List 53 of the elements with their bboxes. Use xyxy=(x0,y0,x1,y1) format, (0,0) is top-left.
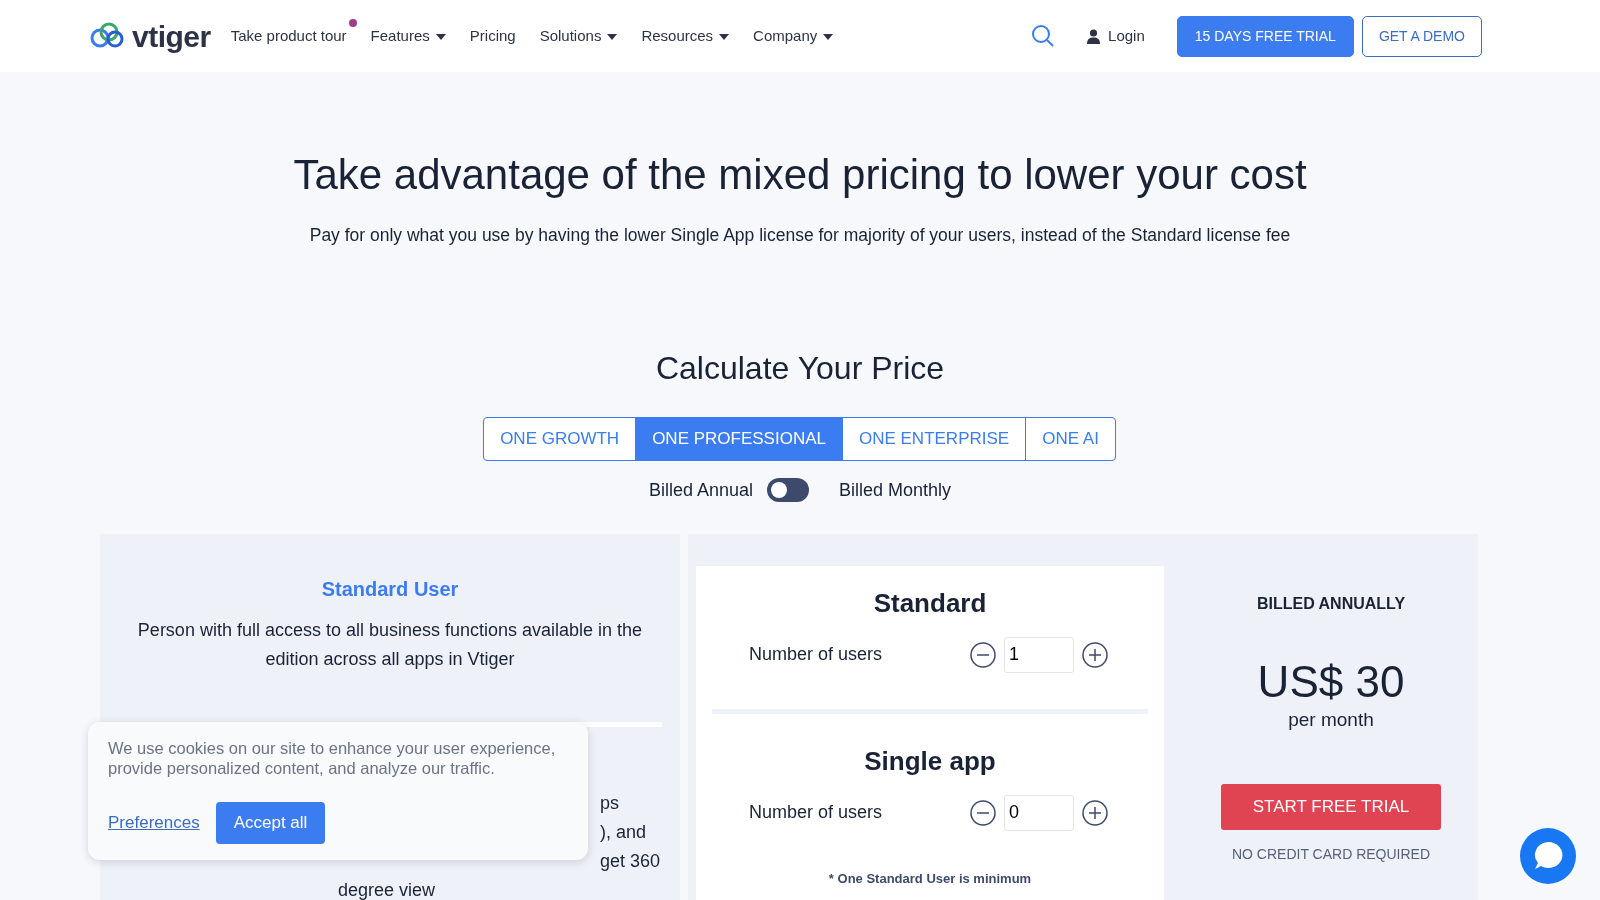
brand-name[interactable]: vtiger xyxy=(132,13,211,59)
login-link[interactable]: Login xyxy=(1087,24,1145,48)
user-type-title: Standard User xyxy=(320,576,460,602)
text-fragment: degree view xyxy=(338,878,436,900)
plan-tab[interactable]: ONE GROWTH xyxy=(483,417,637,461)
user-icon xyxy=(1087,28,1101,44)
license-title: Single app xyxy=(863,744,997,778)
quantity-field[interactable]: 1 xyxy=(1004,636,1074,673)
user-type-description: Person with full access to all business functions available in the edition across all apps in Vtiger xyxy=(136,618,644,671)
start-trial-button[interactable]: START FREE TRIAL xyxy=(1220,784,1442,830)
plus-icon[interactable] xyxy=(1082,641,1108,668)
billing-toggle[interactable] xyxy=(767,478,809,503)
caret-icon xyxy=(435,33,446,40)
preferences-link[interactable]: Preferences xyxy=(108,810,200,836)
accept-button[interactable]: Accept all xyxy=(215,802,326,844)
field-label: Number of users xyxy=(749,643,883,667)
chat-button[interactable] xyxy=(1520,828,1576,884)
caret-icon xyxy=(607,33,618,40)
billing-heading: BILLED ANNUALLY xyxy=(1255,593,1407,614)
quantity-field[interactable]: 0 xyxy=(1004,794,1074,831)
nav-link[interactable]: Resources xyxy=(641,24,730,48)
text-fragment: ), and xyxy=(600,820,647,844)
nav-link[interactable]: Take product tour xyxy=(230,24,347,48)
plus-icon[interactable] xyxy=(1082,799,1108,826)
page-title: Take advantage of the mixed pricing to lower your cost xyxy=(292,150,1308,200)
caret-icon xyxy=(719,33,730,40)
footnote: NO CREDIT CARD REQUIRED xyxy=(1230,844,1432,864)
license-title: Standard xyxy=(872,586,988,620)
price-period: per month xyxy=(1287,707,1375,732)
plan-tab[interactable]: ONE ENTERPRISE xyxy=(841,417,1027,461)
plan-tab[interactable]: ONE PROFESSIONAL xyxy=(635,417,843,461)
nav-link[interactable]: Company xyxy=(753,24,834,48)
nav-link[interactable]: Features xyxy=(370,24,446,48)
field-label: Number of users xyxy=(749,801,883,825)
text-fragment: ps xyxy=(600,791,619,815)
nav-link[interactable]: Solutions xyxy=(539,24,618,48)
caret-icon xyxy=(823,33,834,40)
footnote: * One Standard User is minimum xyxy=(827,869,1033,888)
plan-tab[interactable]: ONE AI xyxy=(1025,417,1116,461)
page-subtitle: Pay for only what you use by having the lower Single App license for majority of your users, instead of the Standard license fee xyxy=(308,224,1292,248)
price: US$ 30 xyxy=(1256,657,1406,706)
trial-button[interactable]: 15 DAYS FREE TRIAL xyxy=(1176,15,1354,57)
cookie-message: We use cookies on our site to enhance your user experience, provide personalized content, and analyze our traffic. xyxy=(108,738,557,778)
minus-icon[interactable] xyxy=(970,799,996,826)
notification-dot xyxy=(348,18,357,27)
nav-link[interactable]: Pricing xyxy=(469,24,516,48)
search-icon[interactable] xyxy=(1031,24,1056,48)
demo-button[interactable]: GET A DEMO xyxy=(1361,15,1482,57)
billing-label: Billed Monthly xyxy=(839,478,952,502)
section-title: Calculate Your Price xyxy=(654,348,946,388)
text-fragment: get 360 xyxy=(600,849,661,873)
billing-label: Billed Annual xyxy=(648,478,753,502)
minus-icon[interactable] xyxy=(970,641,996,668)
